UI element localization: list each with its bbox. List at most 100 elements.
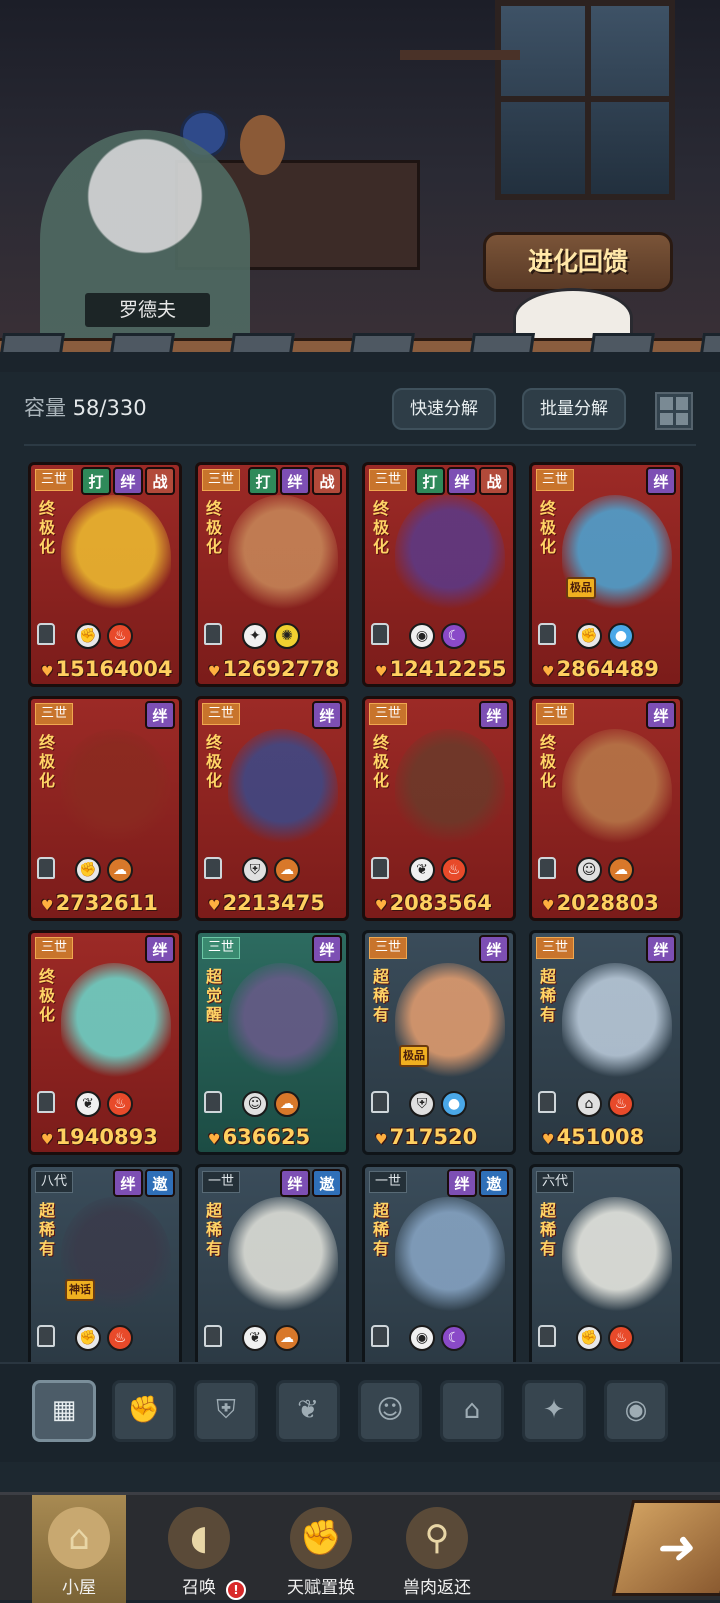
summon-alert-badge: ! — [226, 1580, 246, 1600]
filter-leaf-icon[interactable]: ❦ — [276, 1380, 340, 1442]
generation-label: 八代 — [35, 1171, 73, 1193]
nav-home[interactable]: ⌂ 小屋 — [32, 1495, 126, 1603]
tag-row: 绊遨 — [447, 1169, 509, 1197]
water-icon: ● — [608, 623, 634, 649]
trait-tag: 绊 — [113, 467, 143, 495]
trait-tag: 战 — [145, 467, 175, 495]
hero-scene: 罗德夫 进化回馈 — [0, 0, 720, 352]
pet-card[interactable]: 三世 绊终极化极品 ✊● 2864489 — [529, 462, 683, 687]
trait-tag: 遨 — [312, 1169, 342, 1197]
combat-power: 1940893 — [41, 1125, 158, 1149]
bottom-nav: ⌂ 小屋 ◖ 召唤 ✊ 天赋置换 ⚲ 兽肉返还 — [0, 1492, 720, 1603]
filter-fist-icon[interactable]: ✊ — [112, 1380, 176, 1442]
nav-meat-label: 兽肉返还 — [403, 1578, 471, 1598]
creature-portrait — [61, 963, 171, 1083]
generation-label: 三世 — [536, 937, 574, 959]
pet-card[interactable]: 六代 超稀有 ✊ ♨ — [529, 1164, 683, 1362]
trait-tag: 绊 — [145, 701, 175, 729]
creature-portrait — [395, 729, 505, 849]
pet-card[interactable]: 三世 绊终极化 ☺☁ 2028803 — [529, 696, 683, 921]
lock-icon[interactable] — [37, 857, 55, 879]
fire-icon: ♨ — [107, 1325, 133, 1351]
creature-portrait — [61, 729, 171, 849]
nav-meat[interactable]: ⚲ 兽肉返还 — [382, 1495, 492, 1603]
capacity-value: 58/330 — [72, 396, 147, 420]
pet-card[interactable]: 一世 绊遨超稀有 ◉ ☾ — [362, 1164, 516, 1362]
spirit-icon: ☺ — [242, 1091, 268, 1117]
pet-card[interactable]: 一世 绊遨超稀有 ❦ ☁ — [195, 1164, 349, 1362]
filter-all-icon[interactable]: ▦ — [32, 1380, 96, 1442]
spirit-icon: ☺ — [576, 857, 602, 883]
fist-icon: ✊ — [75, 857, 101, 883]
filter-eye-icon[interactable]: ◉ — [604, 1380, 668, 1442]
fist-icon: ✊ — [290, 1507, 352, 1569]
generation-label: 三世 — [536, 703, 574, 725]
tag-row: 绊遨 — [280, 1169, 342, 1197]
lock-icon[interactable] — [37, 1091, 55, 1113]
nav-talent[interactable]: ✊ 天赋置换 — [266, 1495, 376, 1603]
pet-card[interactable]: 三世 绊终极化 ✊☁ 2732611 — [28, 696, 182, 921]
fire-icon: ♨ — [608, 1091, 634, 1117]
lock-icon[interactable] — [204, 1325, 222, 1347]
rarity-label: 终极化 — [39, 733, 56, 790]
lock-icon[interactable] — [538, 857, 556, 879]
moon-icon: ☾ — [441, 623, 467, 649]
trait-tag: 绊 — [145, 935, 175, 963]
lock-icon[interactable] — [204, 1091, 222, 1113]
npc-name-label: 罗德夫 — [85, 293, 210, 327]
pet-card[interactable]: 三世打绊战终极化 ✦✺ 12692778 — [195, 462, 349, 687]
filter-shield-icon[interactable]: ⛨ — [194, 1380, 258, 1442]
tag-row: 打绊战 — [81, 467, 175, 495]
lock-icon[interactable] — [37, 1325, 55, 1347]
lock-icon[interactable] — [538, 1325, 556, 1347]
lock-icon[interactable] — [371, 623, 389, 645]
lock-icon[interactable] — [371, 1325, 389, 1347]
element-icons: ✊ ♨ — [75, 623, 133, 649]
lock-icon[interactable] — [37, 623, 55, 645]
creature-portrait — [61, 495, 171, 615]
grid-view-icon[interactable] — [655, 392, 693, 430]
eye-icon: ◉ — [409, 1325, 435, 1351]
lock-icon[interactable] — [204, 857, 222, 879]
filter-star-icon[interactable]: ✦ — [522, 1380, 586, 1442]
lock-icon[interactable] — [538, 623, 556, 645]
generation-label: 三世 — [35, 937, 73, 959]
rarity-label: 超稀有 — [373, 1201, 390, 1258]
pet-card[interactable]: 三世打绊战终极化 ✊♨ 15164004 — [28, 462, 182, 687]
rarity-label: 超稀有 — [373, 967, 390, 1024]
lock-icon[interactable] — [371, 1091, 389, 1113]
pet-card[interactable]: 三世 绊超稀有 ⌂♨ 451008 — [529, 930, 683, 1155]
lock-icon[interactable] — [538, 1091, 556, 1113]
lock-icon[interactable] — [204, 623, 222, 645]
wood-rail — [0, 333, 720, 352]
pet-card[interactable]: 三世 绊终极化 ❦♨ 1940893 — [28, 930, 182, 1155]
trait-tag: 打 — [415, 467, 445, 495]
generation-label: 三世 — [35, 703, 73, 725]
generation-label: 三世 — [202, 703, 240, 725]
pet-card[interactable]: 三世 绊超觉醒 ☺☁ 636625 — [195, 930, 349, 1155]
batch-decompose-button[interactable]: 批量分解 — [522, 388, 626, 430]
combat-power: 636625 — [208, 1125, 311, 1149]
lock-icon[interactable] — [371, 857, 389, 879]
pet-card[interactable]: 三世 绊终极化 ⛨☁ 2213475 — [195, 696, 349, 921]
combat-power: 15164004 — [41, 657, 173, 681]
pet-card[interactable]: 三世 绊超稀有极品 ⛨● 717520 — [362, 930, 516, 1155]
evolution-feedback-button[interactable]: 进化回馈 — [483, 232, 673, 292]
combat-power: 2028803 — [542, 891, 659, 915]
element-icons: ⌂ ♨ — [576, 1091, 634, 1117]
pet-card[interactable]: 八代 绊遨超稀有 神话 ✊ ♨ — [28, 1164, 182, 1362]
rarity-label: 超稀有 — [540, 1201, 557, 1258]
pet-card[interactable]: 三世打绊战终极化 ◉☾ 12412255 — [362, 462, 516, 687]
tag-row: 绊 — [646, 467, 676, 495]
quick-decompose-button[interactable]: 快速分解 — [392, 388, 496, 430]
earth-icon: ☁ — [107, 857, 133, 883]
pet-card[interactable]: 三世 绊终极化 ❦♨ 2083564 — [362, 696, 516, 921]
go-arrow-button[interactable]: ➜ — [611, 1500, 720, 1596]
fire-icon: ♨ — [608, 1325, 634, 1351]
generation-label: 一世 — [369, 1171, 407, 1193]
creature-portrait — [395, 1197, 505, 1317]
rarity-label: 终极化 — [373, 499, 390, 556]
filter-tower-icon[interactable]: ⌂ — [440, 1380, 504, 1442]
rarity-label: 终极化 — [540, 499, 557, 556]
filter-spirit-icon[interactable]: ☺ — [358, 1380, 422, 1442]
